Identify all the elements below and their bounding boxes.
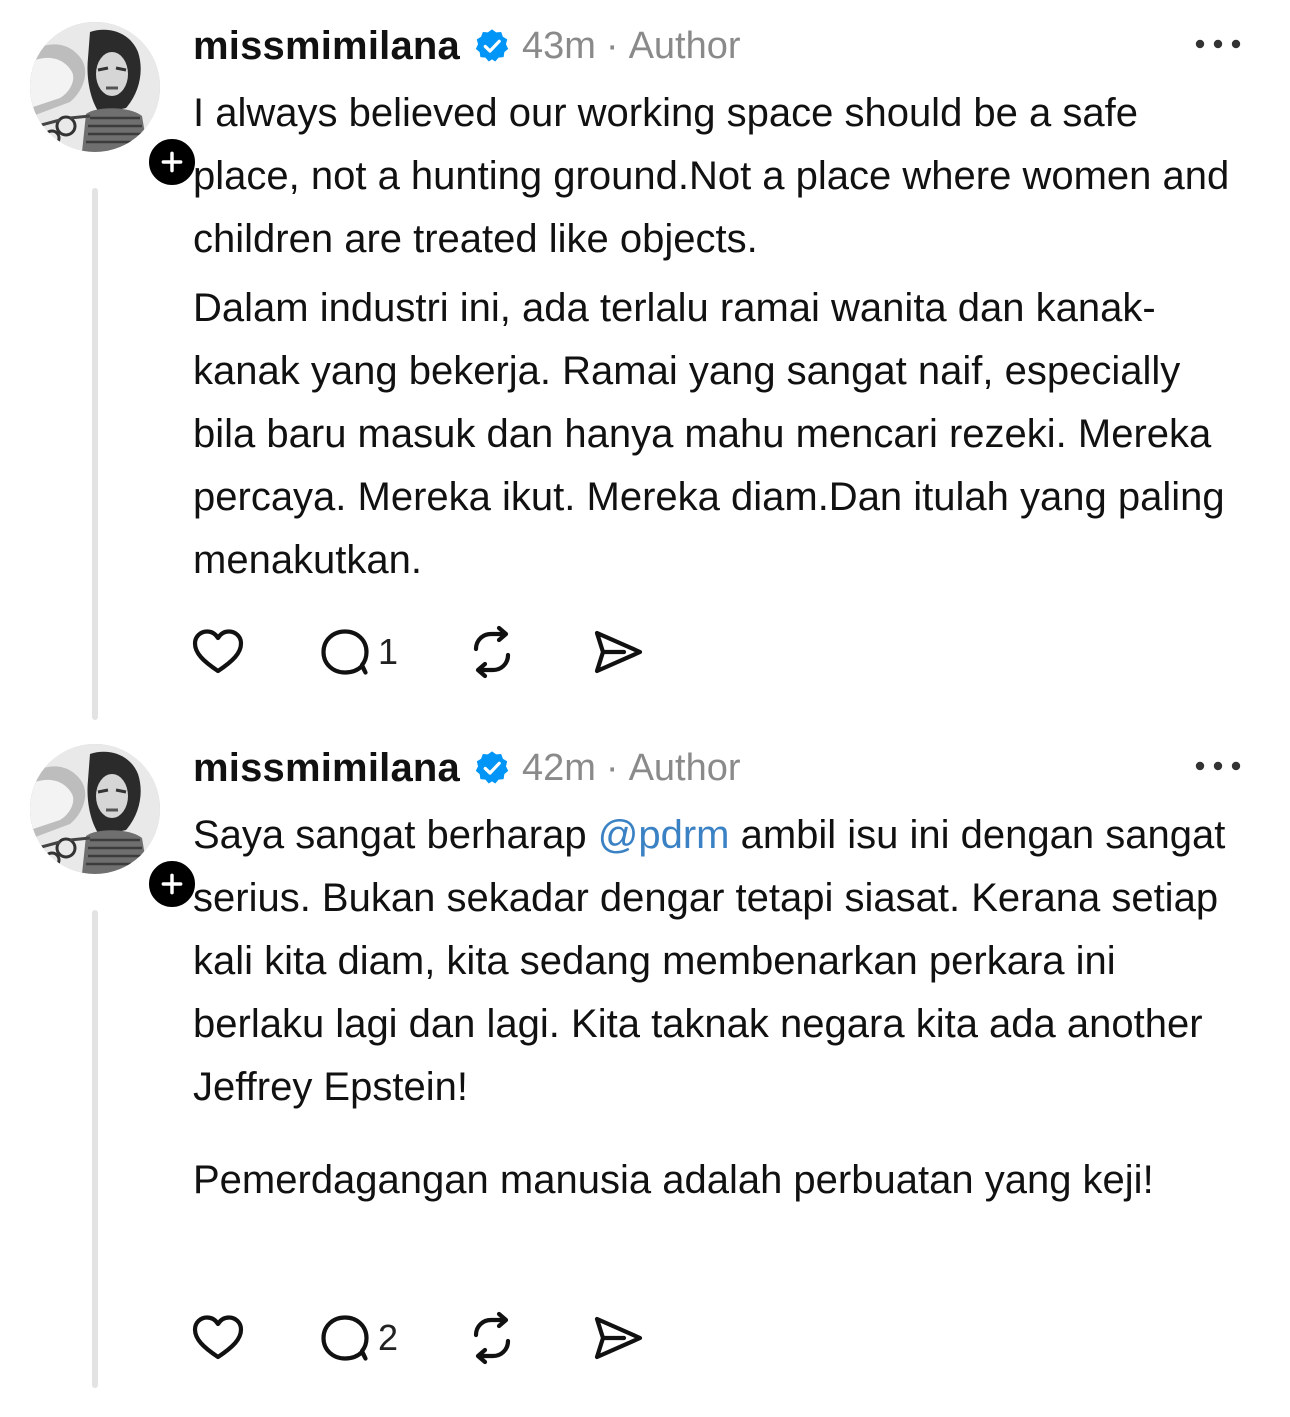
- post-paragraph: I always believed our working space shou…: [193, 91, 1230, 261]
- reply-count: 1: [378, 631, 399, 672]
- post-time: 42m: [521, 746, 596, 789]
- post-paragraph: Dalam industri ini, ada terlalu ramai wa…: [193, 286, 1225, 582]
- author-label: Author: [628, 746, 741, 789]
- repost-icon: [464, 1310, 520, 1366]
- comment-bubble-icon: [316, 1310, 372, 1366]
- mention-link[interactable]: @pdrm: [598, 813, 730, 857]
- author-label: Author: [628, 24, 741, 67]
- share-button[interactable]: [590, 622, 650, 682]
- action-bar: 1: [190, 622, 650, 682]
- more-dots-icon: [1190, 36, 1246, 52]
- meta-separator: ·: [605, 746, 619, 789]
- thread-line: [92, 188, 98, 720]
- repost-icon: [464, 624, 520, 680]
- comment-bubble-icon: [316, 624, 372, 680]
- follow-button[interactable]: [144, 134, 200, 190]
- avatar[interactable]: [30, 744, 160, 874]
- action-bar: 2: [190, 1308, 650, 1368]
- heart-icon: [190, 1310, 246, 1366]
- post-body: I always believed our working space shou…: [193, 82, 1253, 592]
- thread-post: missmimilana 43m · Author I always belie…: [0, 0, 1290, 722]
- post-header: missmimilana 43m · Author: [193, 22, 741, 70]
- reply-count: 2: [378, 1317, 399, 1358]
- post-header: missmimilana 42m · Author: [193, 744, 741, 792]
- verified-badge-icon: [474, 750, 510, 786]
- plus-icon: [159, 149, 185, 175]
- send-icon: [590, 1310, 646, 1366]
- post-time: 43m: [521, 24, 596, 67]
- follow-button[interactable]: [144, 856, 200, 912]
- heart-icon: [190, 624, 246, 680]
- send-icon: [590, 624, 646, 680]
- repost-button[interactable]: [464, 1308, 524, 1368]
- like-button[interactable]: [190, 622, 250, 682]
- reply-button[interactable]: 1: [316, 622, 412, 682]
- username[interactable]: missmimilana: [193, 746, 460, 791]
- paragraph-text: Saya sangat berharap: [193, 813, 598, 857]
- share-button[interactable]: [590, 1308, 650, 1368]
- reply-button[interactable]: 2: [316, 1308, 412, 1368]
- avatar[interactable]: [30, 22, 160, 152]
- post-paragraph: Saya sangat berharap @pdrm ambil isu ini…: [193, 804, 1253, 1119]
- paragraph-text: ambil isu ini dengan sangat serius. Buka…: [193, 813, 1226, 1109]
- more-dots-icon: [1190, 758, 1246, 774]
- avatar-container: [30, 22, 200, 190]
- thread-post: missmimilana 42m · Author Saya sangat be…: [0, 722, 1290, 1417]
- post-body: Saya sangat berharap @pdrm ambil isu ini…: [193, 804, 1253, 1212]
- plus-icon: [159, 871, 185, 897]
- more-options-button[interactable]: [1190, 22, 1246, 66]
- avatar-container: [30, 744, 200, 912]
- verified-badge-icon: [474, 28, 510, 64]
- post-paragraph: Pemerdagangan manusia adalah perbuatan y…: [193, 1158, 1154, 1202]
- username[interactable]: missmimilana: [193, 24, 460, 69]
- repost-button[interactable]: [464, 622, 524, 682]
- meta-separator: ·: [605, 24, 619, 67]
- thread-line: [92, 910, 98, 1388]
- like-button[interactable]: [190, 1308, 250, 1368]
- more-options-button[interactable]: [1190, 744, 1246, 788]
